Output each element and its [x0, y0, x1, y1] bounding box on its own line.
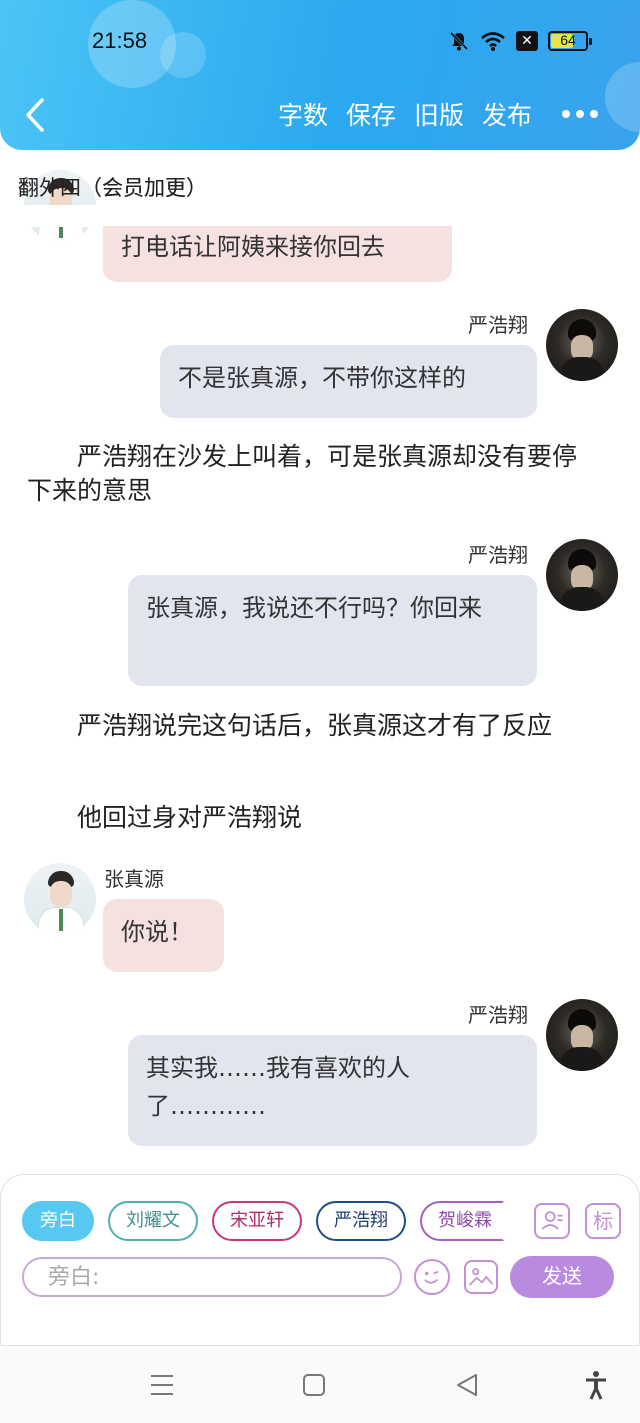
header-toolbar: 字数 保存 旧版 发布 [278, 96, 532, 132]
word-count-button[interactable]: 字数 [278, 96, 328, 132]
narration-text[interactable]: 严浩翔说完这句话后，张真源这才有了反应 [27, 709, 597, 743]
battery-level: 64 [560, 32, 576, 48]
message-bubble[interactable]: 不是张真源，不带你这样的 [160, 345, 537, 418]
battery-icon: 64 [548, 31, 592, 51]
emoji-icon[interactable] [414, 1259, 450, 1295]
send-button[interactable]: 发送 [510, 1256, 614, 1298]
status-time: 21:58 [92, 28, 148, 53]
role-chip[interactable]: 贺峻霖 [420, 1201, 504, 1241]
mark-button[interactable]: 标 [585, 1203, 621, 1239]
bell-muted-icon [449, 31, 469, 51]
chapter-title-overlay: 翻外四（会员加更） [18, 176, 207, 200]
narration-text[interactable]: 他回过身对严浩翔说 [27, 801, 597, 835]
menu-icon[interactable] [150, 1370, 174, 1400]
role-row-edge [516, 1198, 530, 1244]
role-chip[interactable]: 刘耀文 [108, 1201, 198, 1241]
image-icon[interactable] [464, 1260, 498, 1294]
status-icons: ✕ 64 [448, 30, 592, 52]
avatar-yan[interactable] [546, 999, 618, 1071]
message-bubble[interactable]: 张真源，我说还不行吗？你回来 [128, 575, 537, 686]
old-version-button[interactable]: 旧版 [414, 96, 464, 132]
speaker-name: 张真源 [104, 867, 164, 891]
role-chip-narrator[interactable]: 旁白 [22, 1201, 94, 1241]
role-chip[interactable]: 宋亚轩 [212, 1201, 302, 1241]
narration-text[interactable]: 严浩翔在沙发上叫着，可是张真源却没有要停下来的意思 [27, 440, 597, 508]
avatar-zhang[interactable] [24, 863, 96, 935]
top-header: 21:58 ✕ 64 字数 保存 旧版 发布 [0, 0, 640, 150]
message-bubble[interactable]: 你说！ [103, 899, 224, 972]
wifi-icon [481, 32, 505, 51]
home-icon[interactable] [302, 1370, 326, 1400]
accessibility-icon[interactable] [584, 1370, 608, 1400]
role-selector: 旁白 刘耀文 宋亚轩 严浩翔 贺峻霖 [22, 1201, 504, 1241]
avatar-yan[interactable] [546, 539, 618, 611]
message-bubble[interactable]: 打电话让阿姨来接你回去 [103, 226, 452, 282]
speaker-name: 严浩翔 [468, 543, 528, 567]
message-bubble[interactable]: 其实我……我有喜欢的人了………… [128, 1035, 537, 1146]
speaker-name: 严浩翔 [468, 1003, 528, 1027]
publish-button[interactable]: 发布 [482, 96, 532, 132]
dialogue-input[interactable] [22, 1257, 402, 1297]
more-options-icon[interactable] [562, 106, 602, 122]
decor-bubble [605, 62, 640, 132]
close-box-icon: ✕ [516, 31, 538, 51]
avatar-yan[interactable] [546, 309, 618, 381]
role-chip[interactable]: 严浩翔 [316, 1201, 406, 1241]
decor-bubble [160, 32, 206, 78]
character-card-icon[interactable] [534, 1203, 570, 1239]
title-backdrop [0, 205, 640, 227]
save-button[interactable]: 保存 [346, 96, 396, 132]
back-triangle-icon[interactable] [455, 1370, 479, 1400]
speaker-name: 严浩翔 [468, 313, 528, 337]
back-arrow-icon[interactable] [18, 92, 58, 138]
